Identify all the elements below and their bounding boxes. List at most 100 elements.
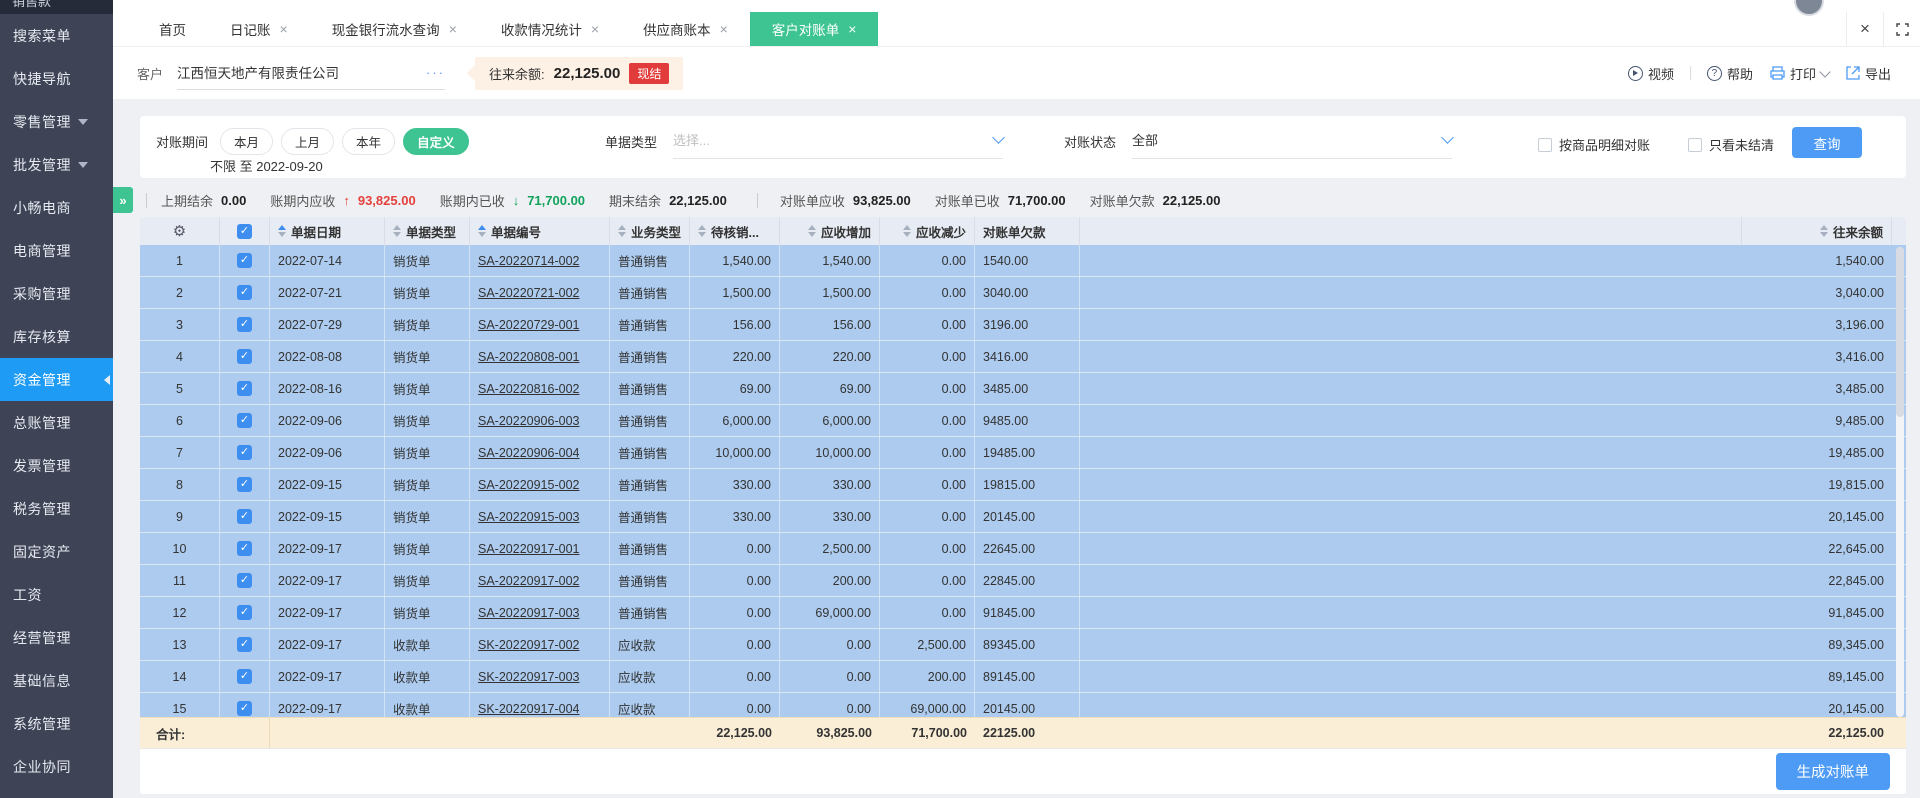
table-row[interactable]: 4 ✓ 2022-08-08 销货单 SA-20220808-001 普通销售 220.00…: [140, 341, 1906, 373]
table-row[interactable]: 12 ✓ 2022-09-17 销货单 SA-20220917-003 普通销售 0.00 6…: [140, 597, 1906, 629]
sort-icon[interactable]: [807, 225, 816, 237]
doc-link[interactable]: SK-20220917-002: [478, 638, 579, 652]
tab-close-icon[interactable]: ×: [449, 22, 457, 36]
table-row[interactable]: 8 ✓ 2022-09-15 销货单 SA-20220915-002 普通销售 330.00…: [140, 469, 1906, 501]
scrollbar-thumb[interactable]: [1896, 247, 1904, 417]
status-select[interactable]: 全部: [1132, 130, 1454, 159]
sidebar-item-零售管理[interactable]: 零售管理: [0, 100, 113, 143]
sidebar-item-总账管理[interactable]: 总账管理: [0, 401, 113, 444]
checkbox-checked-icon[interactable]: ✓: [237, 253, 252, 268]
tab-日记账[interactable]: 日记账 ×: [208, 12, 310, 46]
settle-badge[interactable]: 现结: [629, 62, 670, 84]
col-header-statement[interactable]: 对账单欠款: [975, 217, 1080, 245]
vertical-scrollbar[interactable]: [1896, 247, 1904, 717]
col-header-date[interactable]: 单据日期: [270, 217, 385, 245]
tab-close-icon[interactable]: ×: [848, 22, 856, 36]
cell-checkbox[interactable]: ✓: [220, 629, 270, 660]
tab-首页[interactable]: 首页: [137, 12, 208, 46]
cell-checkbox[interactable]: ✓: [220, 469, 270, 500]
fullscreen-icon[interactable]: [1883, 12, 1920, 46]
cell-checkbox[interactable]: ✓: [220, 405, 270, 436]
tab-close-icon[interactable]: ×: [280, 22, 288, 36]
sidebar-item-库存核算[interactable]: 库存核算: [0, 315, 113, 358]
col-header-pending[interactable]: 待核销...: [690, 217, 780, 245]
cell-checkbox[interactable]: ✓: [220, 565, 270, 596]
sidebar-item-资金管理[interactable]: 资金管理: [0, 358, 113, 401]
chevron-down-icon[interactable]: [1819, 65, 1831, 78]
doc-link[interactable]: SK-20220917-004: [478, 702, 579, 716]
checkbox-checked-icon[interactable]: ✓: [237, 349, 252, 364]
col-header-doc[interactable]: 单据编号: [470, 217, 610, 245]
sort-icon[interactable]: [278, 225, 286, 237]
cell-checkbox[interactable]: ✓: [220, 373, 270, 404]
period-option-自定义[interactable]: 自定义: [403, 128, 469, 155]
doc-link[interactable]: SA-20220917-002: [478, 574, 579, 588]
tab-供应商账本[interactable]: 供应商账本 ×: [621, 12, 750, 46]
cell-checkbox[interactable]: ✓: [220, 341, 270, 372]
table-row[interactable]: 6 ✓ 2022-09-06 销货单 SA-20220906-003 普通销售 6,000.…: [140, 405, 1906, 437]
cell-checkbox[interactable]: ✓: [220, 661, 270, 692]
checkbox-checked-icon[interactable]: ✓: [237, 637, 252, 652]
period-option-本年[interactable]: 本年: [342, 128, 396, 155]
table-row[interactable]: 1 ✓ 2022-07-14 销货单 SA-20220714-002 普通销售 1,540.…: [140, 245, 1906, 277]
help-button[interactable]: ? 帮助: [1702, 64, 1758, 83]
column-settings[interactable]: ⚙: [140, 217, 220, 245]
doc-link[interactable]: SA-20220714-002: [478, 254, 579, 268]
tab-close-icon[interactable]: ×: [720, 22, 728, 36]
tab-收款情况统计[interactable]: 收款情况统计 ×: [479, 12, 621, 46]
sidebar-item-基础信息[interactable]: 基础信息: [0, 659, 113, 702]
sidebar-item-经营管理[interactable]: 经营管理: [0, 616, 113, 659]
col-header-balance[interactable]: 往来余额: [1742, 217, 1892, 245]
sidebar-item-工资[interactable]: 工资: [0, 573, 113, 616]
sidebar-item-电商管理[interactable]: 电商管理: [0, 229, 113, 272]
sort-icon[interactable]: [1819, 225, 1828, 237]
cell-checkbox[interactable]: ✓: [220, 277, 270, 308]
select-all[interactable]: ✓: [220, 217, 270, 245]
period-range[interactable]: 不限 至 2022-09-20: [210, 156, 323, 175]
checkbox-checked-icon[interactable]: ✓: [237, 285, 252, 300]
table-row[interactable]: 11 ✓ 2022-09-17 销货单 SA-20220917-002 普通销售 0.00 2…: [140, 565, 1906, 597]
doc-link[interactable]: SA-20220808-001: [478, 350, 579, 364]
checkbox-unsettled[interactable]: 只看未结清: [1688, 135, 1774, 154]
checkbox-checked-icon[interactable]: ✓: [237, 381, 252, 396]
doc-link[interactable]: SA-20220721-002: [478, 286, 579, 300]
sort-icon[interactable]: [478, 225, 486, 237]
sidebar-item-采购管理[interactable]: 采购管理: [0, 272, 113, 315]
table-row[interactable]: 2 ✓ 2022-07-21 销货单 SA-20220721-002 普通销售 1,500.…: [140, 277, 1906, 309]
checkbox-checked-icon[interactable]: ✓: [237, 541, 252, 556]
doc-link[interactable]: SA-20220816-002: [478, 382, 579, 396]
checkbox-checked-icon[interactable]: ✓: [237, 477, 252, 492]
close-icon[interactable]: ×: [1846, 12, 1883, 46]
table-row[interactable]: 5 ✓ 2022-08-16 销货单 SA-20220816-002 普通销售 69.00 6…: [140, 373, 1906, 405]
cell-checkbox[interactable]: ✓: [220, 533, 270, 564]
sidebar-item-批发管理[interactable]: 批发管理: [0, 143, 113, 186]
cell-checkbox[interactable]: ✓: [220, 309, 270, 340]
table-row[interactable]: 15 ✓ 2022-09-17 收款单 SK-20220917-004 应收款 0.00 0.…: [140, 693, 1906, 717]
checkbox-checked-icon[interactable]: ✓: [237, 509, 252, 524]
doc-link[interactable]: SA-20220915-003: [478, 510, 579, 524]
sidebar-item-系统管理[interactable]: 系统管理: [0, 702, 113, 745]
tab-现金银行流水查询[interactable]: 现金银行流水查询 ×: [310, 12, 479, 46]
doc-link[interactable]: SA-20220906-003: [478, 414, 579, 428]
checkbox-checked-icon[interactable]: ✓: [237, 223, 252, 239]
video-button[interactable]: 视频: [1623, 64, 1679, 83]
cell-checkbox[interactable]: ✓: [220, 597, 270, 628]
sort-icon[interactable]: [618, 225, 626, 237]
doc-type-select[interactable]: 选择...: [673, 130, 1005, 159]
doc-link[interactable]: SA-20220729-001: [478, 318, 579, 332]
sidebar-item-partial[interactable]: 销售款: [0, 0, 113, 14]
checkbox-checked-icon[interactable]: ✓: [237, 317, 252, 332]
col-header-dec[interactable]: 应收减少: [880, 217, 975, 245]
doc-link[interactable]: SK-20220917-003: [478, 670, 579, 684]
checkbox-checked-icon[interactable]: ✓: [237, 445, 252, 460]
checkbox-checked-icon[interactable]: ✓: [237, 669, 252, 684]
search-button[interactable]: 查询: [1792, 127, 1862, 158]
tab-close-icon[interactable]: ×: [591, 22, 599, 36]
period-option-本月[interactable]: 本月: [220, 128, 274, 155]
print-button[interactable]: 打印: [1765, 64, 1834, 83]
doc-link[interactable]: SA-20220917-003: [478, 606, 579, 620]
cell-checkbox[interactable]: ✓: [220, 437, 270, 468]
sort-icon[interactable]: [698, 225, 706, 237]
tab-客户对账单[interactable]: 客户对账单 ×: [749, 12, 879, 46]
expand-button[interactable]: »: [113, 187, 133, 213]
